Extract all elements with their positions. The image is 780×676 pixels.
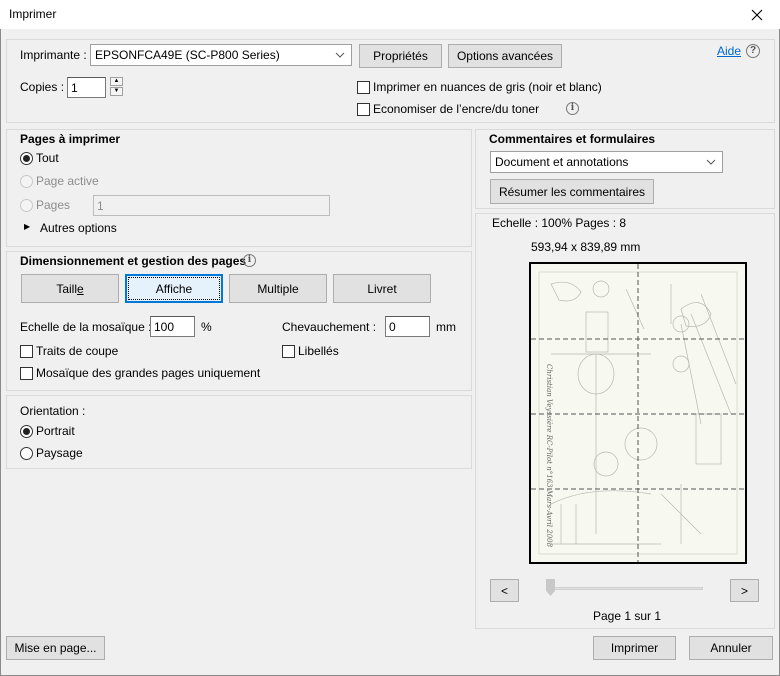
radio-portrait-label: Portrait	[36, 424, 75, 438]
advanced-options-button[interactable]: Options avancées	[448, 44, 562, 68]
printer-select[interactable]: EPSONFCA49E (SC-P800 Series)	[90, 44, 352, 66]
tile-large-pages-label: Mosaïque des grandes pages uniquement	[36, 366, 261, 380]
summarize-comments-button[interactable]: Résumer les commentaires	[490, 179, 654, 204]
booklet-mode-button[interactable]: Livret	[333, 274, 431, 303]
radio-all-pages-label: Tout	[36, 151, 59, 165]
close-icon	[751, 9, 763, 20]
next-page-button[interactable]: >	[730, 579, 759, 602]
help-link[interactable]: Aide	[717, 44, 741, 58]
size-mode-button[interactable]: Taill e	[21, 274, 119, 303]
page-indicator: Page 1 sur 1	[593, 609, 662, 623]
copies-value: 1	[71, 80, 78, 95]
copies-increment-button[interactable]: ▲	[110, 77, 123, 86]
page-preview: Christian Veyssière RC-Pilot n°163 Mars-…	[529, 262, 747, 564]
tile-large-pages-checkbox[interactable]	[20, 367, 33, 380]
tile-scale-value: 100	[154, 319, 175, 334]
poster-mode-button[interactable]: Affiche	[125, 274, 223, 303]
comments-select[interactable]: Document et annotations	[490, 151, 723, 173]
title-bar: Imprimer	[0, 0, 780, 29]
cut-marks-checkbox[interactable]	[20, 345, 33, 358]
copies-label: Copies :	[20, 80, 65, 94]
radio-page-range[interactable]	[20, 199, 33, 212]
grayscale-checkbox[interactable]	[357, 81, 370, 94]
pages-to-print-title: Pages à imprimer	[20, 132, 121, 146]
multiple-mode-button[interactable]: Multiple	[229, 274, 327, 303]
overlap-label: Chevauchement :	[282, 320, 377, 334]
orientation-title: Orientation :	[20, 404, 86, 418]
page-setup-button[interactable]: Mise en page...	[6, 636, 105, 660]
comments-title: Commentaires et formulaires	[489, 132, 656, 146]
page-range-input[interactable]: 1	[93, 195, 330, 216]
tile-scale-input[interactable]: 100	[150, 316, 195, 337]
window-title: Imprimer	[9, 7, 57, 21]
close-button[interactable]	[734, 0, 780, 29]
radio-current-page[interactable]	[20, 175, 33, 188]
printer-label: Imprimante :	[20, 48, 87, 62]
overlap-value: 0	[389, 319, 396, 334]
drawing-caption: Christian Veyssière RC-Pilot n°163 Mars-…	[545, 364, 553, 548]
save-ink-checkbox[interactable]	[357, 103, 370, 116]
radio-page-range-label: Pages	[36, 198, 71, 212]
chevron-down-icon	[335, 52, 345, 58]
radio-landscape-label: Paysage	[36, 446, 83, 460]
page-slider-track[interactable]	[548, 587, 703, 590]
radio-current-page-label: Page active	[36, 174, 99, 188]
grayscale-label: Imprimer en nuances de gris (noir et bla…	[373, 80, 602, 94]
tile-scale-label: Echelle de la mosaïque :	[20, 320, 152, 334]
preview-drawing: Christian Veyssière RC-Pilot n°163 Mars-…	[531, 264, 745, 562]
cancel-button[interactable]: Annuler	[689, 636, 773, 660]
previous-page-button[interactable]: <	[490, 579, 519, 602]
radio-portrait[interactable]	[20, 425, 33, 438]
help-icon[interactable]: ?	[746, 44, 760, 58]
overlap-unit: mm	[436, 320, 456, 334]
print-button[interactable]: Imprimer	[593, 636, 676, 660]
radio-all-pages[interactable]	[20, 152, 33, 165]
info-icon[interactable]: i	[566, 102, 579, 115]
tile-scale-unit: %	[201, 320, 212, 334]
radio-landscape[interactable]	[20, 447, 33, 460]
comments-selected-value: Document et annotations	[495, 155, 629, 169]
sizing-title: Dimensionnement et gestion des pages	[20, 254, 247, 268]
save-ink-label: Economiser de l’encre/du toner	[373, 102, 540, 116]
preview-scale-text: Echelle : 100% Pages : 8	[492, 216, 627, 230]
chevron-down-icon	[706, 159, 716, 165]
sizing-info-icon[interactable]: i	[243, 254, 256, 267]
copies-decrement-button[interactable]: ▼	[110, 87, 123, 96]
drawing-caption-text: Christian Veyssière RC-Pilot n°163 Mars-…	[545, 364, 553, 548]
more-options-toggle[interactable]: Autres options	[40, 221, 117, 235]
preview-dimensions: 593,94 x 839,89 mm	[531, 240, 641, 254]
labels-label: Libellés	[298, 344, 339, 358]
properties-button[interactable]: Propriétés	[359, 44, 442, 68]
copies-input[interactable]: 1	[67, 77, 106, 98]
expand-triangle-icon[interactable]: ▶	[24, 222, 30, 231]
cut-marks-label: Traits de coupe	[36, 344, 119, 358]
page-range-value: 1	[97, 198, 104, 213]
overlap-input[interactable]: 0	[385, 316, 430, 337]
printer-selected-value: EPSONFCA49E (SC-P800 Series)	[95, 48, 280, 62]
labels-checkbox[interactable]	[282, 345, 295, 358]
